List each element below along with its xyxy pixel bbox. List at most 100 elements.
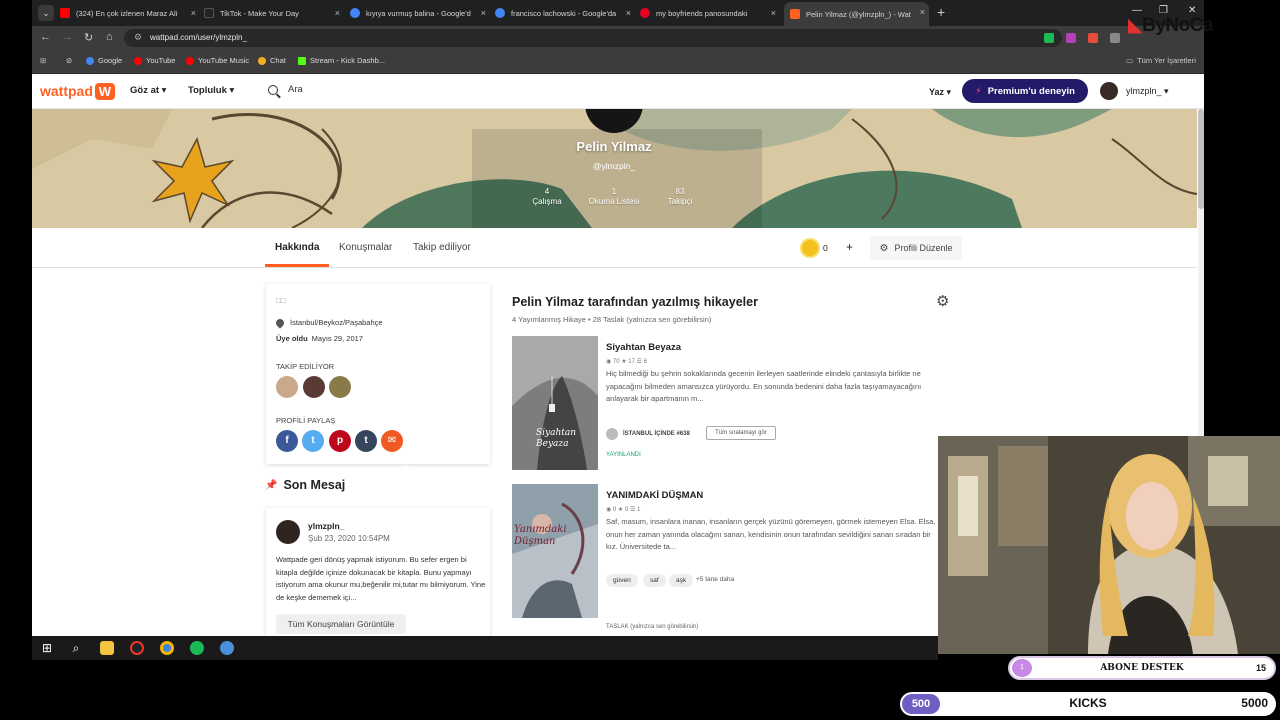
forward-icon[interactable]: → (62, 31, 73, 43)
gear-icon[interactable]: ⚙ (936, 292, 949, 310)
apps-grid-icon[interactable]: ⊞ (40, 56, 46, 65)
following-avatar[interactable] (303, 376, 325, 398)
community-menu[interactable]: Topluluk ▾ (188, 85, 234, 96)
chrome-icon[interactable] (160, 641, 174, 655)
story-stats: ◉ 70 ★ 17 ☰ 6 (606, 359, 648, 365)
story-title[interactable]: YANIMDAKİ DÜŞMAN (606, 490, 703, 501)
wattpad-logo[interactable]: wattpad W (40, 83, 115, 100)
browser-tab[interactable]: TikTok - Make Your Day × (204, 3, 344, 23)
bookmark-youtube-music[interactable]: YouTube Music (186, 56, 249, 65)
view-all-conversations-button[interactable]: Tüm Konuşmaları Görüntüle (276, 614, 406, 634)
message-username[interactable]: ylmzpln_ (308, 521, 344, 531)
extension-icon[interactable] (1044, 33, 1054, 43)
view-rankings-button[interactable]: Tüm sıralamayı gör (706, 426, 776, 440)
story-cover[interactable]: Siyahtan Beyaza (512, 336, 598, 470)
spotify-icon[interactable] (190, 641, 204, 655)
tab-search-button[interactable]: ⌄ (38, 5, 54, 21)
rank-text: İSTANBUL İÇİNDE #638 (623, 431, 690, 437)
kick-icon (298, 56, 306, 65)
write-menu[interactable]: Yaz ▾ (929, 87, 951, 98)
close-icon[interactable]: × (191, 8, 196, 18)
profile-description: □□ (276, 296, 286, 305)
browser-tab-strip: ⌄ (324) En çok izlenen Maraz Ali × TikTo… (32, 0, 1204, 26)
stat-followers[interactable]: 83 Takipçi (645, 187, 715, 207)
extension-icon[interactable] (1066, 33, 1076, 43)
stat-works[interactable]: 4 Çalışma (512, 187, 582, 207)
story-description: Saf, masum, insanlara inanan, insanların… (606, 517, 936, 551)
all-bookmarks[interactable]: ▭ Tüm Yer İşaretleri (1126, 56, 1196, 65)
wattpad-header: wattpad W Göz at ▾ Topluluk ▾ Ara Yaz ▾ ⚡… (32, 74, 1204, 109)
chat-icon (258, 56, 266, 65)
active-tab-indicator (265, 264, 329, 267)
youtube-music-icon (186, 56, 194, 65)
new-tab-button[interactable]: + (937, 4, 945, 20)
joined-date: Mayıs 29, 2017 (311, 334, 363, 343)
browser-tab-active[interactable]: Pelin Yilmaz (@ylmzpln_) - Wat × (784, 2, 929, 26)
tab-label: TikTok - Make Your Day (220, 8, 299, 18)
obs-icon[interactable] (130, 641, 144, 655)
browser-tab[interactable]: my boyfriends panosundaki × (640, 3, 780, 23)
extension-icon[interactable] (1088, 33, 1098, 43)
close-icon[interactable]: × (335, 8, 340, 18)
browser-tab[interactable]: (324) En çok izlenen Maraz Ali × (60, 3, 200, 23)
add-coins-button[interactable]: + (846, 240, 853, 254)
following-avatar[interactable] (329, 376, 351, 398)
stat-label: Okuma Listesi (588, 197, 640, 206)
story-title[interactable]: Siyahtan Beyaza (606, 342, 681, 353)
following-avatar[interactable] (276, 376, 298, 398)
app-icon[interactable] (220, 641, 234, 655)
story-tag[interactable]: güven (606, 574, 638, 587)
search-icon (268, 84, 278, 95)
bookmark-chat[interactable]: Chat (258, 56, 286, 65)
story-description: Hiç bilmediği bu şehrin sokaklarında gec… (606, 369, 922, 403)
search-icon[interactable]: ⌕ (69, 641, 83, 655)
email-icon[interactable]: ✉ (381, 430, 403, 452)
bookmark-google[interactable]: Google (86, 56, 122, 65)
windows-start-icon[interactable]: ⊞ (40, 641, 54, 655)
location-pin-icon (274, 316, 286, 329)
story-tag[interactable]: aşk (669, 574, 694, 587)
close-icon[interactable]: × (626, 8, 631, 18)
facebook-icon[interactable]: f (276, 430, 298, 452)
more-tags-link[interactable]: +5 tane daha (696, 576, 734, 583)
kicks-label: KICKS (1069, 696, 1107, 710)
premium-button[interactable]: ⚡ Premium'u deneyin (962, 79, 1088, 103)
browser-tab[interactable]: kıyıya vurmuş balina - Google'd × (350, 3, 490, 23)
tab-conversations[interactable]: Konuşmalar (339, 242, 392, 253)
bookmark-kick[interactable]: Stream - Kick Dashb... (298, 56, 385, 65)
reload-icon[interactable]: ↻ (84, 31, 93, 44)
twitter-icon[interactable]: t (302, 430, 324, 452)
browser-tab[interactable]: francisco lachowski - Google'da × (495, 3, 635, 23)
stat-label: Çalışma (532, 197, 562, 206)
close-icon[interactable]: × (481, 8, 486, 18)
user-menu[interactable]: ylmzpln_ ▾ (1100, 82, 1169, 100)
story-tag[interactable]: saf (643, 574, 666, 587)
close-icon[interactable]: × (920, 7, 925, 17)
edit-profile-button[interactable]: ⚙ Profili Düzenle (870, 236, 962, 260)
tumblr-icon[interactable]: t (355, 430, 377, 452)
close-icon[interactable]: × (771, 8, 776, 18)
wattpad-icon (790, 9, 800, 19)
site-info-icon[interactable]: ⚙ (134, 32, 142, 43)
scrollbar-thumb[interactable] (1198, 109, 1204, 209)
tab-label: kıyıya vurmuş balina - Google'd (366, 8, 471, 18)
stat-reading-lists[interactable]: 1 Okuma Listesi (579, 187, 649, 207)
browse-menu[interactable]: Göz at ▾ (130, 85, 166, 96)
home-icon[interactable]: ⌂ (106, 31, 113, 43)
avatar[interactable] (276, 520, 300, 544)
address-bar[interactable]: ⚙ wattpad.com/user/ylmzpln_ ☆ (124, 29, 1062, 47)
profile-joined: Üye oldu Mayıs 29, 2017 (276, 334, 363, 343)
file-explorer-icon[interactable] (100, 641, 114, 655)
message-text: Wattpade geri dönüş yapmak istiyorum. Bu… (276, 555, 486, 602)
bookmark-youtube[interactable]: YouTube (134, 56, 175, 65)
story-cover[interactable]: Yanımdaki Düşman (512, 484, 598, 618)
search-box[interactable]: Ara (268, 84, 303, 95)
tab-following[interactable]: Takip ediliyor (413, 242, 471, 253)
url-text: wattpad.com/user/ylmzpln_ (150, 33, 247, 42)
extensions-puzzle-icon[interactable] (1110, 33, 1120, 43)
tab-about[interactable]: Hakkında (275, 242, 319, 253)
back-icon[interactable]: ← (40, 31, 51, 43)
bookmark-label: YouTube (146, 56, 176, 65)
share-heading: PROFİLİ PAYLAŞ (276, 416, 336, 425)
pinterest-icon[interactable]: p (329, 430, 351, 452)
